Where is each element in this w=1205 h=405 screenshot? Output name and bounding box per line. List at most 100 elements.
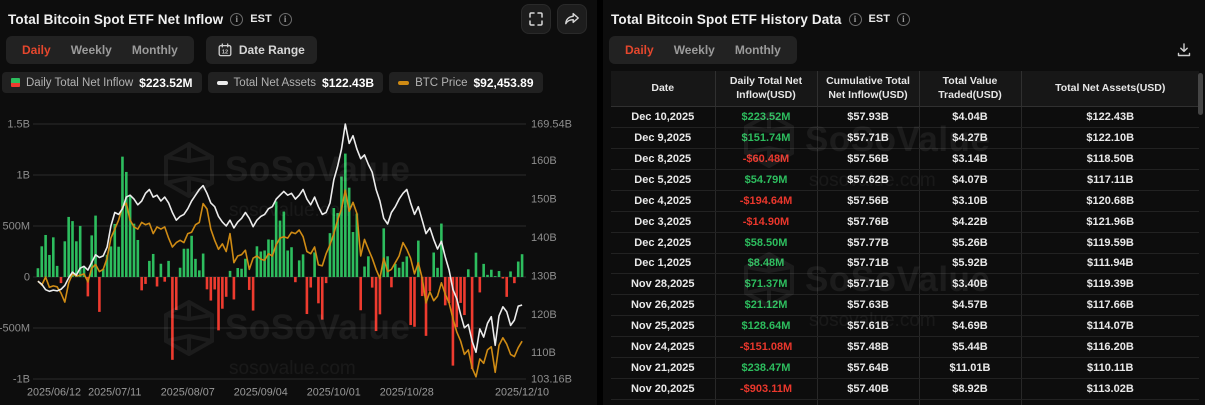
fullscreen-button[interactable] [521,4,551,34]
date-range-label: Date Range [238,43,305,57]
cell-date: Nov 25,2025 [611,315,716,338]
cell-date: Dec 1,2025 [611,253,716,275]
cell-daily-net-inflow: $21.12M [715,294,818,317]
legend-value: $122.43B [322,75,375,90]
table-row: Nov 24,2025 -$151.08M $57.48B $5.44B $116.20… [611,336,1199,358]
cell-total-value-traded: $4.07B [919,169,1022,191]
cell-total-net-assets: $119.59B [1021,232,1199,254]
cell-cumulative-net-inflow: $57.77B [817,232,920,254]
cell-total-net-assets: $111.94B [1021,253,1199,275]
svg-text:12: 12 [222,50,228,56]
svg-text:160B: 160B [531,155,557,167]
cell-total-net-assets: $122.43B [1021,106,1199,129]
cell-date: Dec 9,2025 [611,127,716,150]
svg-text:2025/10/28: 2025/10/28 [380,387,434,399]
cell-date: Dec 2,2025 [611,232,716,254]
net-inflow-chart-panel: Total Bitcoin Spot ETF Net Inflow i EST … [0,0,597,405]
history-table-wrap: Date Daily Total Net Inflow(USD) Cumulat… [611,71,1203,405]
svg-text:-500M: -500M [0,323,30,335]
cell-daily-net-inflow: $151.74M [715,127,818,150]
inflow-chart[interactable]: 1.5B 1B 500M 0 -500M -1B 169.54B 160B 150B 140B 13… [0,100,597,403]
cell-total-value-traded: $6.89B [919,399,1022,405]
cell-date: Dec 5,2025 [611,169,716,191]
cell-daily-net-inflow: -$903.11M [715,378,818,400]
cell-total-net-assets: $118.50B [1021,148,1199,170]
cell-cumulative-net-inflow: $57.62B [817,169,920,191]
table-row: Nov 20,2025 -$903.11M $57.40B $8.92B $113.02… [611,378,1199,400]
share-button[interactable] [557,4,587,34]
svg-text:2025/06/12: 2025/06/12 [27,387,81,399]
chart-controls: Daily Weekly Monthly 12 Date Range [0,28,597,64]
legend-total-net-assets[interactable]: Total Net Assets $122.43B [207,72,384,93]
legend-value: $223.52M [139,75,193,90]
table-scrollbar-thumb[interactable] [1198,73,1203,115]
tab-weekly[interactable]: Weekly [61,40,122,60]
cell-total-net-assets: $117.11B [1021,169,1199,191]
legend-daily-net-inflow[interactable]: Daily Total Net Inflow $223.52M [2,72,202,93]
svg-text:120B: 120B [531,309,557,321]
table-controls: Daily Weekly Monthly [603,28,1205,64]
cell-cumulative-net-inflow: $57.61B [817,315,920,338]
tab-monthly[interactable]: Monthly [725,40,791,60]
cell-daily-net-inflow: $8.48M [715,253,818,275]
btc-price-legend-icon [398,80,410,85]
cell-date: Nov 20,2025 [611,378,716,400]
cell-total-net-assets: $110.11B [1021,357,1199,379]
table-row: Dec 10,2025 $223.52M $57.93B $4.04B $122.43B [611,106,1199,129]
svg-text:2025/09/04: 2025/09/04 [234,387,288,399]
info-icon[interactable]: i [896,12,910,26]
cell-cumulative-net-inflow: $57.71B [817,273,920,296]
cell-date: Nov 28,2025 [611,273,716,296]
cell-total-value-traded: $4.22B [919,211,1022,233]
svg-text:103.16B: 103.16B [531,374,572,386]
cell-daily-net-inflow: $54.79M [715,169,818,191]
tab-monthly[interactable]: Monthly [122,40,188,60]
cell-total-net-assets: $122.10B [1021,127,1199,150]
cell-cumulative-net-inflow: $57.40B [817,378,920,400]
col-total-net-assets: Total Net Assets(USD) [1021,71,1199,108]
svg-text:-1B: -1B [13,374,30,386]
cell-total-value-traded: $4.27B [919,127,1022,150]
cell-daily-net-inflow: $238.47M [715,357,818,379]
cell-total-value-traded: $5.92B [919,253,1022,275]
cell-cumulative-net-inflow: $57.64B [817,357,920,379]
download-button[interactable] [1171,37,1197,63]
cell-cumulative-net-inflow: $57.93B [817,106,920,129]
cell-total-net-assets: $117.34B [1021,399,1199,405]
cell-daily-net-inflow: -$151.08M [715,336,818,358]
cell-date: Dec 8,2025 [611,148,716,170]
cell-total-value-traded: $3.40B [919,273,1022,296]
table-row: Dec 3,2025 -$14.90M $57.76B $4.22B $121.96B [611,211,1199,233]
date-range-button[interactable]: 12 Date Range [205,36,317,64]
cell-total-net-assets: $121.96B [1021,211,1199,233]
svg-text:500M: 500M [2,221,30,233]
chart-legend: Daily Total Net Inflow $223.52M Total Ne… [0,64,597,93]
info-icon[interactable]: i [230,12,244,26]
col-total-value-traded: Total Value Traded(USD) [919,71,1022,108]
legend-btc-price[interactable]: BTC Price $92,453.89 [389,72,543,93]
cell-total-value-traded: $4.57B [919,294,1022,317]
table-row: Dec 2,2025 $58.50M $57.77B $5.26B $119.59B [611,232,1199,254]
tab-daily[interactable]: Daily [12,40,61,60]
cell-daily-net-inflow: $75.47M [715,399,818,405]
svg-text:110B: 110B [531,347,556,359]
info-icon[interactable]: i [848,12,862,26]
tab-weekly[interactable]: Weekly [664,40,725,60]
cell-cumulative-net-inflow: $57.56B [817,148,920,170]
info-icon[interactable]: i [278,12,292,26]
table-row: Nov 26,2025 $21.12M $57.63B $4.57B $117.66B [611,294,1199,317]
timezone-label: EST [868,13,890,25]
table-panel-header: Total Bitcoin Spot ETF History Data i ES… [603,0,1205,28]
inflow-bars [36,153,524,370]
table-panel-title: Total Bitcoin Spot ETF History Data [611,11,842,27]
svg-text:140B: 140B [531,232,557,244]
download-icon [1177,43,1191,57]
tab-daily[interactable]: Daily [615,40,664,60]
fullscreen-icon [529,12,543,26]
dashboard: Total Bitcoin Spot ETF Net Inflow i EST … [0,0,1205,405]
table-row: Dec 8,2025 -$60.48M $57.56B $3.14B $118.50B [611,148,1199,170]
cell-cumulative-net-inflow: $57.63B [817,294,920,317]
legend-value: $92,453.89 [473,75,534,90]
table-row: Dec 5,2025 $54.79M $57.62B $4.07B $117.11B [611,169,1199,191]
history-data-panel: Total Bitcoin Spot ETF History Data i ES… [603,0,1205,405]
